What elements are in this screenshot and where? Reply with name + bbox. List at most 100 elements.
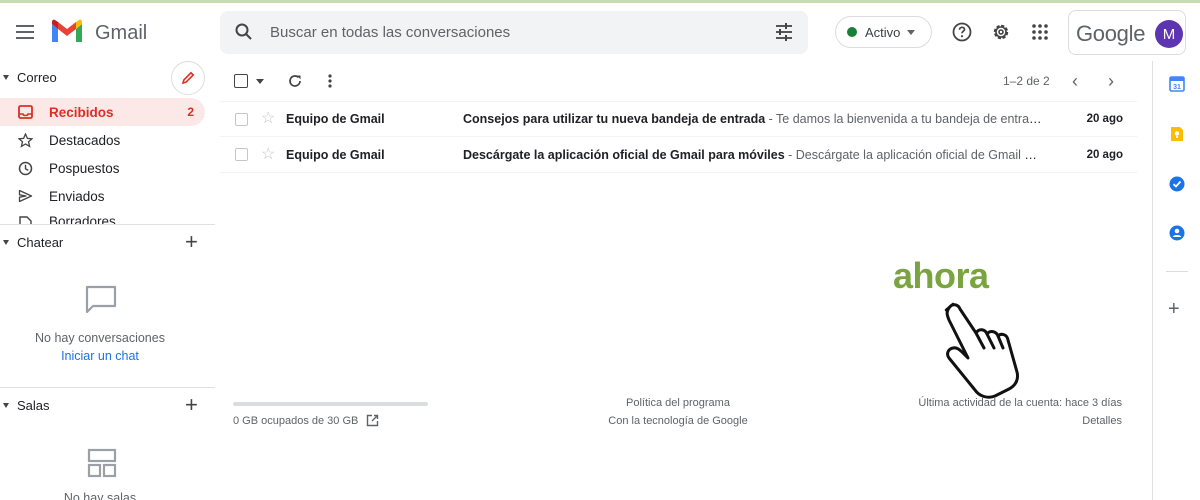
google-account-button[interactable]: Google M: [1068, 10, 1186, 55]
settings-button[interactable]: [990, 21, 1012, 43]
open-in-new-icon[interactable]: [366, 414, 379, 427]
email-date: 20 ago: [1086, 148, 1123, 161]
star-icon[interactable]: ☆: [261, 146, 275, 163]
pencil-icon: [181, 71, 195, 85]
google-wordmark: Google: [1076, 21, 1146, 46]
more-options-button[interactable]: [328, 72, 332, 90]
help-icon: [952, 22, 972, 42]
email-subject: Descárgate la aplicación oficial de Gmai…: [463, 147, 785, 162]
mail-section-header[interactable]: Correo: [0, 70, 57, 85]
row-checkbox[interactable]: [235, 148, 248, 161]
email-snippet: - Descárgate la aplicación oficial de Gm…: [784, 147, 1043, 162]
add-addon-plus-icon[interactable]: +: [1168, 299, 1180, 319]
star-icon[interactable]: ☆: [261, 111, 275, 127]
sidebar-item-sent[interactable]: Enviados: [0, 182, 205, 210]
refresh-button[interactable]: [287, 72, 303, 90]
keep-icon[interactable]: [1169, 126, 1185, 142]
help-button[interactable]: [951, 21, 973, 43]
sidebar-item-label: Recibidos: [49, 104, 114, 120]
collapse-triangle-icon: [3, 75, 9, 80]
send-icon: [17, 188, 33, 204]
compose-button[interactable]: [171, 61, 205, 95]
status-dropdown[interactable]: Activo: [835, 16, 932, 48]
program-policy-link[interactable]: Política del programa: [578, 397, 778, 409]
star-icon: [17, 132, 33, 148]
apps-button[interactable]: [1029, 21, 1051, 43]
select-all-checkbox[interactable]: [234, 72, 264, 90]
avatar[interactable]: M: [1155, 20, 1183, 48]
refresh-icon: [289, 75, 301, 87]
new-chat-plus-icon[interactable]: +: [185, 231, 198, 253]
mail-section-label: Correo: [17, 70, 57, 85]
sidebar-item-label: Enviados: [49, 188, 105, 204]
rooms-empty-text: No hay salas: [63, 491, 137, 500]
new-room-plus-icon[interactable]: +: [185, 394, 198, 416]
unread-count-badge: 2: [187, 105, 194, 119]
search-icon[interactable]: [234, 22, 254, 42]
mail-nav: Recibidos 2 Destacados Pospuestos Enviad…: [0, 98, 215, 224]
prev-page-chevron-icon[interactable]: ‹: [1072, 72, 1078, 90]
svg-text:31: 31: [1173, 84, 1181, 91]
status-label: Activo: [865, 24, 901, 40]
tasks-icon[interactable]: [1169, 176, 1185, 192]
rooms-icon: [87, 448, 117, 478]
calendar-icon[interactable]: 31: [1169, 76, 1185, 92]
pointing-hand-icon: [944, 302, 1019, 399]
draft-icon: [17, 214, 33, 224]
caret-down-icon: [256, 78, 264, 84]
status-dot-icon: [847, 27, 857, 37]
sidebar-divider: [0, 387, 215, 388]
chat-empty-text: No hay conversaciones: [35, 331, 165, 345]
header: Gmail Activo: [0, 3, 1200, 61]
sidebar-item-drafts[interactable]: Borradores: [0, 210, 205, 224]
sidebar-item-label: Borradores: [49, 214, 116, 224]
sidebar-divider: [0, 224, 215, 225]
apps-grid-icon: [1032, 24, 1048, 40]
inbox-icon: [17, 104, 33, 120]
clock-icon: [17, 160, 33, 176]
powered-by-text: Con la tecnología de Google: [608, 415, 748, 427]
email-subject-line: Consejos para utilizar tu nueva bandeja …: [463, 112, 1043, 126]
mail-toolbar: 1–2 de 2 ‹ ›: [220, 61, 1138, 101]
start-chat-link[interactable]: Iniciar un chat: [0, 349, 200, 363]
email-date: 20 ago: [1086, 113, 1123, 125]
collapse-triangle-icon: [3, 240, 9, 245]
collapse-triangle-icon: [3, 403, 9, 408]
sidebar-item-snoozed[interactable]: Pospuestos: [0, 154, 205, 182]
contacts-icon[interactable]: [1169, 225, 1185, 241]
sidebar-item-starred[interactable]: Destacados: [0, 126, 205, 154]
more-vert-icon: [328, 74, 332, 88]
email-sender: Equipo de Gmail: [286, 147, 385, 162]
search-bar: [220, 11, 808, 54]
hamburger-icon: [16, 25, 34, 39]
storage-text: 0 GB ocupados de 30 GB: [233, 415, 359, 427]
storage-usage-bar: [233, 402, 428, 406]
side-panel-divider: [1166, 271, 1188, 272]
pagination-label: 1–2 de 2: [1003, 74, 1050, 88]
sidebar-item-label: Destacados: [49, 132, 121, 148]
email-subject-line: Descárgate la aplicación oficial de Gmai…: [463, 148, 1043, 162]
email-snippet: - Te damos la bienvenida a tu bandeja de…: [765, 112, 1043, 126]
row-checkbox[interactable]: [235, 112, 248, 126]
rooms-section-header[interactable]: Salas: [0, 398, 50, 413]
brand-name: Gmail: [95, 22, 148, 44]
search-input[interactable]: [270, 11, 750, 54]
email-subject: Consejos para utilizar tu nueva bandeja …: [463, 112, 766, 126]
email-list: ☆ Equipo de Gmail Consejos para utilizar…: [220, 101, 1137, 173]
rooms-section-label: Salas: [17, 398, 50, 413]
overlay-caption: ahora: [893, 255, 989, 296]
email-row[interactable]: ☆ Equipo de Gmail Consejos para utilizar…: [220, 101, 1137, 137]
chat-section-label: Chatear: [17, 235, 64, 250]
details-link[interactable]: Detalles: [1082, 415, 1122, 427]
gmail-logo-icon[interactable]: [50, 18, 84, 44]
search-options-icon[interactable]: [774, 23, 794, 41]
sidebar-item-label: Pospuestos: [49, 160, 120, 176]
chat-section-header[interactable]: Chatear: [0, 235, 63, 250]
checkbox-icon: [234, 74, 248, 88]
next-page-chevron-icon[interactable]: ›: [1108, 72, 1114, 90]
caret-down-icon: [907, 29, 916, 35]
sidebar-item-inbox[interactable]: Recibidos 2: [0, 98, 205, 126]
main-menu-button[interactable]: [12, 19, 38, 45]
email-row[interactable]: ☆ Equipo de Gmail Descárgate la aplicaci…: [220, 137, 1137, 173]
email-sender: Equipo de Gmail: [286, 112, 385, 126]
